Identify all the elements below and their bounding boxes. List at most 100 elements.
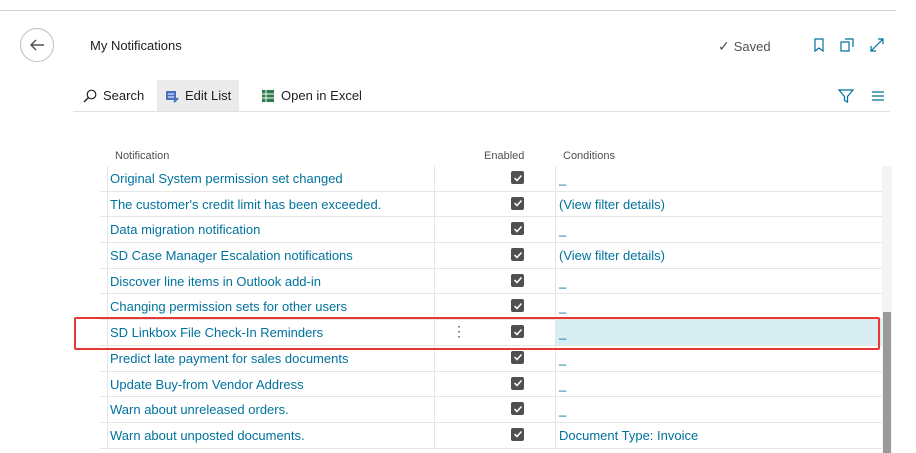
notification-name[interactable]: Update Buy-from Vendor Address (110, 377, 304, 392)
enabled-checkbox[interactable] (511, 248, 524, 262)
enabled-checkbox[interactable] (511, 196, 524, 210)
grid-line (555, 294, 556, 320)
grid-line (555, 397, 556, 422)
open-in-excel-button[interactable]: Open in Excel (253, 80, 370, 111)
grid-line (107, 294, 108, 320)
filter-icon[interactable] (837, 87, 855, 105)
grid-line (555, 320, 556, 345)
conditions-cell[interactable]: Document Type: Invoice (559, 428, 698, 443)
grid-line (107, 320, 108, 345)
notification-name[interactable]: Data migration notification (110, 222, 260, 237)
conditions-cell[interactable]: (View filter details) (559, 248, 665, 263)
excel-icon (262, 89, 274, 102)
enabled-checkbox[interactable] (511, 171, 524, 184)
grid-line (434, 397, 435, 422)
grid-line (107, 268, 108, 294)
grid-line (555, 371, 556, 397)
notification-name[interactable]: Warn about unreleased orders. (110, 402, 289, 417)
selected-cell-background (556, 320, 882, 345)
column-header-conditions[interactable]: Conditions (563, 150, 615, 162)
notification-name[interactable]: SD Linkbox File Check-In Reminders (110, 325, 323, 340)
notification-name[interactable]: Predict late payment for sales documents (110, 351, 348, 366)
grid-line (434, 422, 435, 448)
table-row[interactable]: Warn about unreleased orders. _ (100, 397, 882, 423)
vertical-scrollbar[interactable] (882, 166, 892, 453)
grid-line (555, 268, 556, 294)
conditions-cell[interactable]: _ (559, 351, 566, 366)
table-row[interactable]: Discover line items in Outlook add-in _ (100, 268, 882, 295)
open-in-excel-label: Open in Excel (281, 88, 362, 103)
table-row[interactable]: The customer's credit limit has been exc… (100, 191, 882, 218)
checkmark-icon: ✓ (718, 38, 730, 54)
table-row[interactable]: Changing permission sets for other users… (100, 294, 882, 321)
conditions-cell[interactable]: _ (559, 299, 566, 314)
edit-list-icon (166, 90, 179, 103)
back-arrow-icon (30, 39, 44, 51)
conditions-cell[interactable]: _ (559, 222, 566, 237)
enabled-checkbox[interactable] (511, 299, 524, 313)
enabled-checkbox[interactable] (511, 427, 524, 441)
grid-line (555, 217, 556, 243)
conditions-cell[interactable]: _ (559, 325, 566, 340)
grid-line (434, 243, 435, 268)
grid-line (434, 345, 435, 371)
grid-line (434, 268, 435, 294)
search-button[interactable]: Search (75, 80, 152, 111)
search-icon (83, 89, 97, 102)
conditions-cell[interactable]: (View filter details) (559, 197, 665, 212)
edit-list-button[interactable]: Edit List (157, 80, 240, 111)
enabled-checkbox[interactable] (511, 402, 524, 416)
notifications-grid: Original System permission set changed _… (100, 166, 882, 449)
notification-name[interactable]: Warn about unposted documents. (110, 428, 305, 443)
grid-line (107, 422, 108, 448)
conditions-cell[interactable]: _ (559, 171, 566, 186)
page-title: My Notifications (90, 38, 182, 53)
grid-line (107, 191, 108, 217)
conditions-cell[interactable]: _ (559, 274, 566, 289)
enabled-checkbox[interactable] (511, 376, 524, 390)
notification-name[interactable]: Original System permission set changed (110, 171, 343, 186)
action-bar: Search Edit List Open in Excel (73, 80, 890, 112)
table-row[interactable]: Data migration notification _ (100, 217, 882, 244)
notification-name[interactable]: The customer's credit limit has been exc… (110, 197, 381, 212)
grid-line (555, 345, 556, 371)
conditions-cell[interactable]: _ (559, 377, 566, 392)
search-label: Search (103, 88, 145, 103)
scrollbar-thumb[interactable] (883, 312, 891, 453)
conditions-cell[interactable]: _ (559, 402, 566, 417)
bookmark-icon[interactable] (810, 36, 828, 54)
notification-name[interactable]: SD Case Manager Escalation notifications (110, 248, 353, 263)
grid-line (434, 166, 435, 191)
grid-line (107, 345, 108, 371)
open-new-window-icon[interactable] (838, 36, 856, 54)
grid-line (107, 243, 108, 268)
saved-label: Saved (733, 39, 771, 54)
notification-name[interactable]: Changing permission sets for other users (110, 299, 347, 314)
expand-icon[interactable] (868, 36, 886, 54)
enabled-checkbox[interactable] (511, 350, 524, 364)
column-header-notification[interactable]: Notification (115, 150, 169, 162)
enabled-checkbox[interactable] (511, 273, 524, 287)
back-button[interactable] (20, 28, 54, 62)
table-row[interactable]: Original System permission set changed _ (100, 166, 882, 192)
list-view-icon[interactable] (869, 87, 887, 105)
table-row[interactable]: Update Buy-from Vendor Address _ (100, 371, 882, 398)
grid-line (107, 166, 108, 191)
table-row[interactable]: Predict late payment for sales documents… (100, 345, 882, 372)
row-actions-icon[interactable]: ⋮ (452, 323, 466, 340)
grid-line (555, 191, 556, 217)
table-row[interactable]: SD Case Manager Escalation notifications… (100, 243, 882, 269)
grid-line (555, 422, 556, 448)
table-row-selected[interactable]: SD Linkbox File Check-In Reminders ⋮ _ (100, 320, 882, 346)
table-row[interactable]: Warn about unposted documents. Document … (100, 422, 882, 449)
enabled-checkbox[interactable] (511, 325, 524, 339)
notification-name[interactable]: Discover line items in Outlook add-in (110, 274, 321, 289)
grid-line (434, 294, 435, 320)
top-border (0, 0, 916, 11)
enabled-checkbox[interactable] (511, 222, 524, 236)
grid-line (107, 217, 108, 243)
column-header-enabled[interactable]: Enabled (484, 150, 524, 162)
grid-line (434, 320, 435, 345)
grid-line (434, 217, 435, 243)
edit-list-label: Edit List (185, 88, 232, 103)
